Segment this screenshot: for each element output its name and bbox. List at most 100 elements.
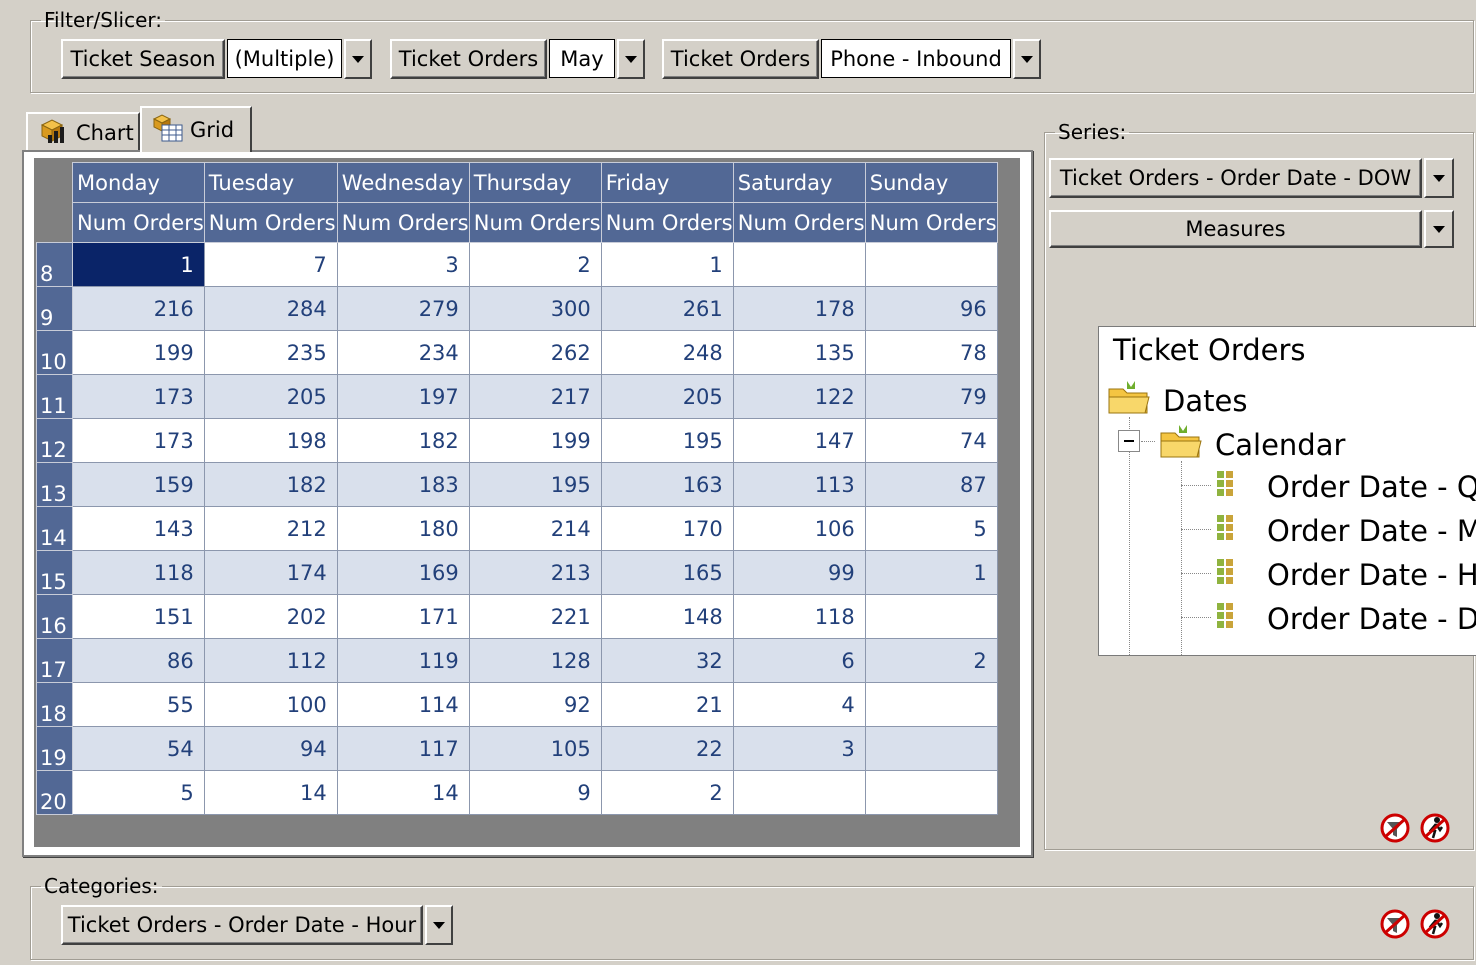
grid-cell[interactable]: 14 bbox=[336, 770, 470, 815]
grid-cell[interactable]: 261 bbox=[600, 286, 734, 331]
grid-cell[interactable] bbox=[864, 682, 998, 727]
column-header-sunday[interactable]: Sunday bbox=[864, 162, 998, 203]
grid-cell[interactable]: 147 bbox=[732, 418, 866, 463]
grid-cell[interactable]: 213 bbox=[468, 550, 602, 595]
grid-cell[interactable]: 173 bbox=[72, 374, 205, 419]
grid-cell[interactable]: 248 bbox=[600, 330, 734, 375]
tab-grid[interactable]: Grid bbox=[140, 106, 252, 152]
series-dow-dropdown[interactable] bbox=[1424, 158, 1454, 198]
grid-cell[interactable]: 2 bbox=[864, 638, 998, 683]
grid-cell[interactable]: 6 bbox=[732, 638, 866, 683]
grid-cell[interactable]: 174 bbox=[203, 550, 338, 595]
row-header-hour[interactable]: 11 bbox=[36, 374, 73, 419]
tab-chart[interactable]: Chart bbox=[26, 112, 140, 152]
row-header-hour[interactable]: 18 bbox=[36, 682, 73, 727]
measure-header[interactable]: Num Orders bbox=[72, 202, 205, 243]
grid-cell[interactable]: 300 bbox=[468, 286, 602, 331]
tree-leaf-quarter[interactable]: Order Date - Qu bbox=[1213, 467, 1476, 506]
grid-cell[interactable]: 117 bbox=[336, 726, 470, 771]
grid-cell[interactable]: 118 bbox=[732, 594, 866, 639]
row-header-hour[interactable]: 16 bbox=[36, 594, 73, 639]
grid-cell[interactable]: 205 bbox=[203, 374, 338, 419]
column-header-monday[interactable]: Monday bbox=[72, 162, 205, 203]
grid-cell[interactable]: 1 bbox=[600, 242, 734, 287]
grid-cell[interactable]: 1 bbox=[72, 242, 205, 287]
measure-header[interactable]: Num Orders bbox=[732, 202, 866, 243]
grid-cell[interactable]: 2 bbox=[468, 242, 602, 287]
row-header-hour[interactable]: 13 bbox=[36, 462, 73, 507]
grid-cell[interactable]: 1 bbox=[864, 550, 998, 595]
grid-cell[interactable]: 165 bbox=[600, 550, 734, 595]
grid-cell[interactable]: 180 bbox=[336, 506, 470, 551]
grid-cell[interactable]: 182 bbox=[336, 418, 470, 463]
grid-cell[interactable]: 173 bbox=[72, 418, 205, 463]
grid-cell[interactable]: 4 bbox=[732, 682, 866, 727]
grid-cell[interactable]: 7 bbox=[203, 242, 338, 287]
grid-cell[interactable]: 3 bbox=[336, 242, 470, 287]
grid-cell[interactable]: 9 bbox=[468, 770, 602, 815]
row-header-hour[interactable]: 17 bbox=[36, 638, 73, 683]
grid-cell[interactable]: 99 bbox=[732, 550, 866, 595]
tree-folder-calendar[interactable]: Calendar bbox=[1157, 421, 1345, 468]
series-measures-dropdown[interactable] bbox=[1424, 210, 1454, 248]
tree-leaf-month[interactable]: Order Date - Mo bbox=[1213, 511, 1476, 550]
grid-cell[interactable]: 3 bbox=[732, 726, 866, 771]
row-header-hour[interactable]: 20 bbox=[36, 770, 73, 815]
tree-leaf-hour[interactable]: Order Date - Ho bbox=[1213, 555, 1476, 594]
grid-cell[interactable] bbox=[864, 726, 998, 771]
grid-cell[interactable]: 106 bbox=[732, 506, 866, 551]
grid-cell[interactable]: 235 bbox=[203, 330, 338, 375]
no-drillthrough-icon[interactable] bbox=[1418, 812, 1452, 849]
grid-cell[interactable]: 199 bbox=[72, 330, 205, 375]
grid-cell[interactable]: 92 bbox=[468, 682, 602, 727]
series-dow-button[interactable]: Ticket Orders - Order Date - DOW bbox=[1049, 158, 1422, 198]
grid-cell[interactable] bbox=[732, 242, 866, 287]
row-header-hour[interactable]: 9 bbox=[36, 286, 73, 331]
column-header-friday[interactable]: Friday bbox=[600, 162, 734, 203]
grid-cell[interactable]: 216 bbox=[72, 286, 205, 331]
filter-ticket-season-button[interactable]: Ticket Season bbox=[61, 39, 225, 79]
grid-cell[interactable]: 78 bbox=[864, 330, 998, 375]
grid-cell[interactable]: 197 bbox=[336, 374, 470, 419]
grid-cell[interactable]: 284 bbox=[203, 286, 338, 331]
row-header-hour[interactable]: 19 bbox=[36, 726, 73, 771]
measure-header[interactable]: Num Orders bbox=[203, 202, 338, 243]
grid-cell[interactable]: 54 bbox=[72, 726, 205, 771]
grid-cell[interactable]: 202 bbox=[203, 594, 338, 639]
grid-cell[interactable]: 100 bbox=[203, 682, 338, 727]
row-header-hour[interactable]: 14 bbox=[36, 506, 73, 551]
category-hour-dropdown[interactable] bbox=[425, 905, 453, 945]
grid-cell[interactable]: 148 bbox=[600, 594, 734, 639]
grid-cell[interactable]: 262 bbox=[468, 330, 602, 375]
grid-cell[interactable]: 74 bbox=[864, 418, 998, 463]
grid-cell[interactable]: 2 bbox=[600, 770, 734, 815]
grid-cell[interactable]: 122 bbox=[732, 374, 866, 419]
grid-cell[interactable]: 86 bbox=[72, 638, 205, 683]
filter-ticket-season-dropdown[interactable] bbox=[344, 39, 372, 79]
filter-ticket-orders-month-button[interactable]: Ticket Orders bbox=[390, 39, 547, 79]
grid-cell[interactable] bbox=[864, 242, 998, 287]
grid-cell[interactable]: 14 bbox=[203, 770, 338, 815]
filter-ticket-orders-channel-dropdown[interactable] bbox=[1013, 39, 1041, 79]
grid-cell[interactable]: 178 bbox=[732, 286, 866, 331]
collapse-icon[interactable] bbox=[1118, 430, 1140, 452]
grid-cell[interactable]: 5 bbox=[864, 506, 998, 551]
row-header-hour[interactable]: 10 bbox=[36, 330, 73, 375]
grid-cell[interactable]: 163 bbox=[600, 462, 734, 507]
grid-cell[interactable]: 221 bbox=[468, 594, 602, 639]
grid-cell[interactable]: 217 bbox=[468, 374, 602, 419]
category-hour-button[interactable]: Ticket Orders - Order Date - Hour bbox=[61, 905, 423, 945]
column-header-saturday[interactable]: Saturday bbox=[732, 162, 866, 203]
grid-cell[interactable]: 214 bbox=[468, 506, 602, 551]
grid-cell[interactable]: 32 bbox=[600, 638, 734, 683]
measure-header[interactable]: Num Orders bbox=[468, 202, 602, 243]
grid-cell[interactable]: 198 bbox=[203, 418, 338, 463]
filter-ticket-orders-channel-button[interactable]: Ticket Orders bbox=[662, 39, 819, 79]
grid-cell[interactable]: 5 bbox=[72, 770, 205, 815]
grid-cell[interactable]: 22 bbox=[600, 726, 734, 771]
grid-cell[interactable]: 118 bbox=[72, 550, 205, 595]
grid-cell[interactable]: 279 bbox=[336, 286, 470, 331]
row-header-hour[interactable]: 8 bbox=[36, 242, 73, 287]
no-drillthrough-icon[interactable] bbox=[1418, 908, 1452, 945]
grid-cell[interactable] bbox=[732, 770, 866, 815]
